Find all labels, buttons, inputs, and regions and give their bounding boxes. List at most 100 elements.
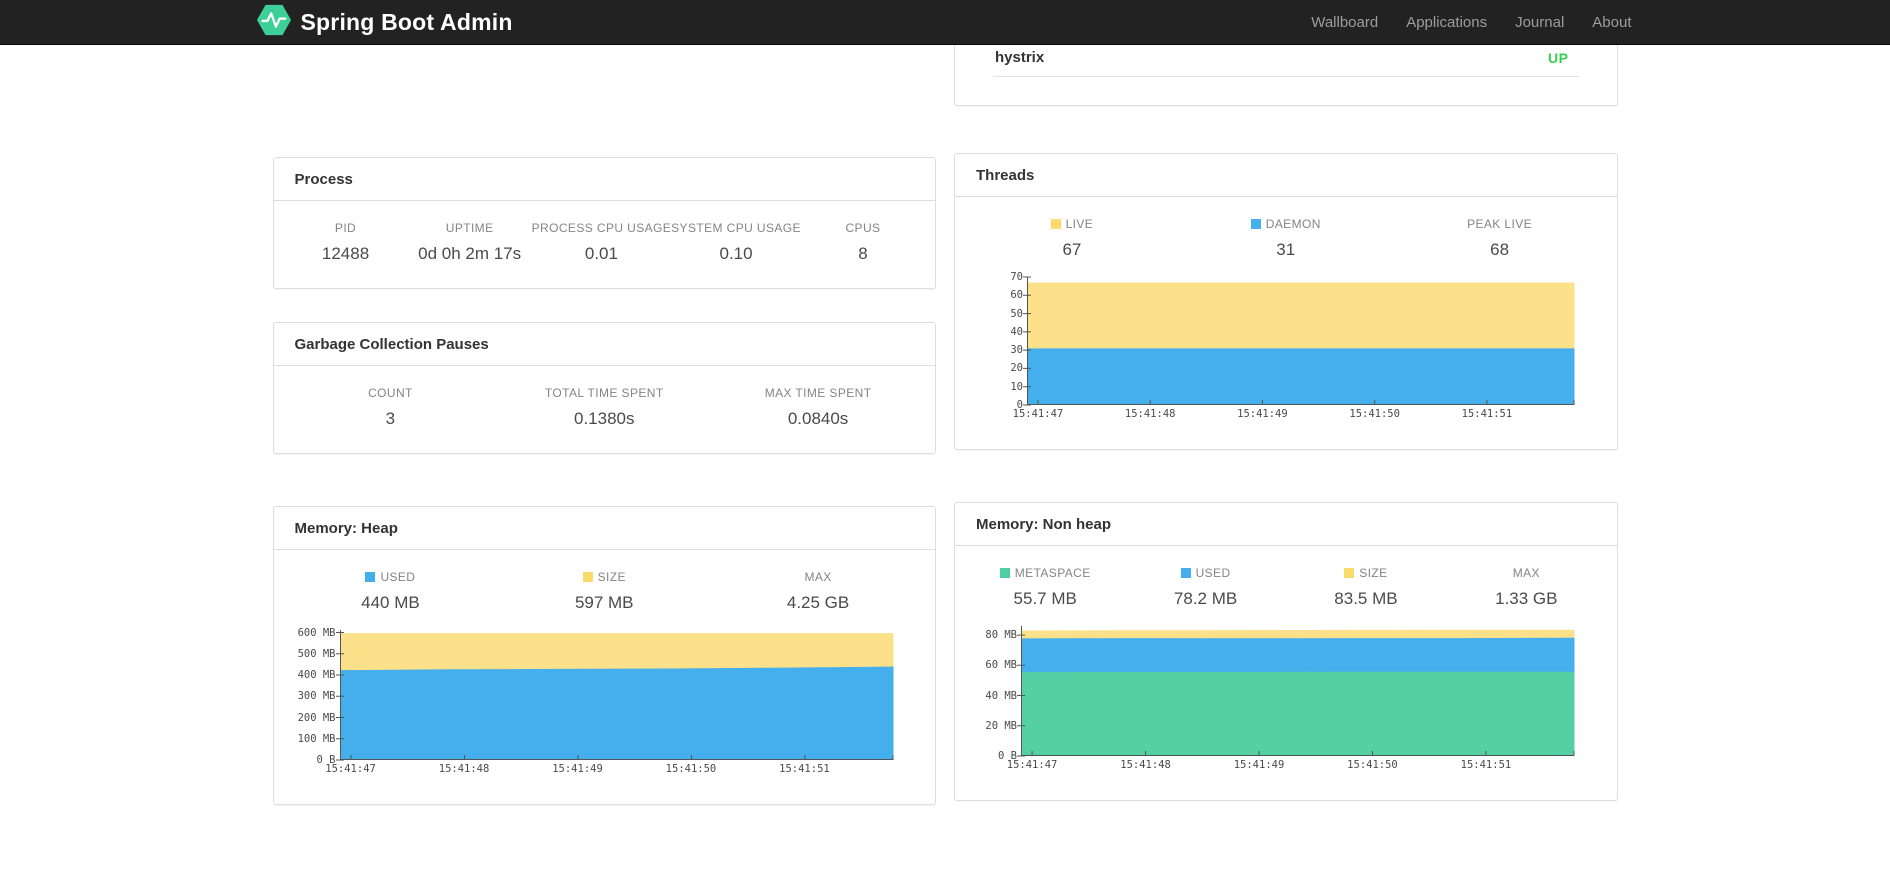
x-axis-tick-label: 15:41:49: [552, 763, 603, 775]
legend-swatch-icon: [999, 568, 1010, 578]
metric-label: CPUS: [845, 221, 881, 235]
x-axis-tick-label: 15:41:47: [1012, 408, 1064, 420]
y-axis-tick-label: 300 MB: [297, 690, 336, 703]
metric-label: LIVE: [965, 217, 1179, 231]
metric-value: 0.10: [719, 244, 753, 263]
y-axis-tick-label: 10: [1010, 380, 1023, 393]
chart-y-axis-labels: 0 B 20 MB 40 MB 60 MB 80 MB: [961, 626, 1021, 762]
metric-label: USED: [284, 570, 498, 584]
x-axis-tick-label: 15:41:49: [1237, 408, 1288, 420]
navbar-brand[interactable]: Spring Boot Admin: [256, 3, 513, 42]
x-axis-tick-label: 15:41:51: [779, 763, 830, 775]
metric-label: UPTIME: [445, 221, 494, 235]
metric-value: 3: [385, 409, 396, 428]
metric-label: COUNT: [368, 386, 413, 400]
metric-value: 0.0840s: [787, 409, 849, 428]
x-axis-tick-label: 15:41:47: [1006, 759, 1058, 771]
y-axis-tick-label: 40 MB: [985, 689, 1017, 702]
nav-link-applications[interactable]: Applications: [1392, 0, 1501, 45]
x-axis-tick-label: 15:41:51: [1460, 759, 1512, 771]
metric: USED 78.2 MB: [1125, 566, 1285, 609]
memory-nonheap-card-title: Memory: Non heap: [955, 503, 1617, 546]
status-badge: UP: [1548, 49, 1569, 66]
metric-label: METASPACE: [965, 566, 1125, 580]
x-axis-tick-label: 15:41:50: [1347, 759, 1398, 771]
nav-link-journal[interactable]: Journal: [1501, 0, 1578, 45]
metric: CPUS 8: [801, 221, 925, 264]
memory-nonheap-card: Memory: Non heap METASPACE 55.7 MB USED 78.…: [954, 502, 1618, 801]
y-axis-tick-label: 200 MB: [297, 711, 336, 724]
metric: COUNT 3: [284, 386, 498, 429]
navbar: Spring Boot Admin Wallboard Applications J…: [0, 0, 1890, 45]
metric-value: 8: [858, 244, 868, 263]
main-content: Process PID 12488 UPTIME 0d 0h 2m 17s PROCES…: [272, 0, 1618, 805]
metric-label: TOTAL TIME SPENT: [544, 386, 664, 400]
metric-value: 31: [1276, 240, 1296, 259]
brand-title: Spring Boot Admin: [300, 9, 513, 35]
process-card: Process PID 12488 UPTIME 0d 0h 2m 17s PROCES…: [272, 157, 936, 289]
metric: PEAK LIVE 68: [1393, 217, 1607, 260]
legend-swatch-icon: [365, 572, 376, 582]
metric-value: 0d 0h 2m 17s: [418, 244, 522, 263]
metric-label: MAX: [804, 570, 832, 584]
y-axis-tick-label: 80 MB: [985, 629, 1017, 642]
metric-label: MAX TIME SPENT: [764, 386, 872, 400]
y-axis-tick-label: 70: [1010, 271, 1023, 283]
x-axis-tick-label: 15:41:50: [1349, 408, 1400, 420]
chart-x-axis-labels: 15:41:47 15:41:48 15:41:49 15:41:50 15:41:51: [1007, 756, 1575, 774]
y-axis-tick-label: 20 MB: [985, 719, 1017, 732]
x-axis-tick-label: 15:41:49: [1233, 759, 1285, 771]
x-axis-tick-label: 15:41:50: [665, 763, 717, 775]
metric-value: 67: [1062, 240, 1082, 259]
metric-label: SIZE: [497, 570, 711, 584]
chart-y-axis-labels: 0 B 100 MB 200 MB 300 MB 400 MB 500 MB 600 MB: [280, 627, 340, 766]
threads-card-title: Threads: [955, 154, 1617, 197]
gc-card-title: Garbage Collection Pauses: [273, 323, 935, 366]
memory-nonheap-chart: 0 B 20 MB 40 MB 60 MB 80 MB 15:41:47 15:41:48 1…: [955, 626, 1617, 774]
chart-x-axis-labels: 15:41:47 15:41:48 15:41:49 15:41:50 15:41:51: [325, 760, 894, 778]
metric-label: PROCESS CPU USAGE: [531, 221, 672, 235]
application-row[interactable]: hystrix UP: [993, 46, 1579, 77]
x-axis-tick-label: 15:41:48: [438, 763, 490, 775]
metric-label: PID: [334, 221, 357, 235]
legend-swatch-icon: [1344, 568, 1355, 578]
metric-value: 68: [1490, 240, 1510, 259]
legend-swatch-icon: [582, 572, 593, 582]
metric-label: DAEMON: [1179, 217, 1393, 231]
metric-label: SYSTEM CPU USAGE: [671, 221, 801, 235]
metric: SIZE 597 MB: [497, 570, 711, 613]
metric-label: USED: [1125, 566, 1285, 580]
legend-swatch-icon: [1180, 568, 1191, 578]
metric: DAEMON 31: [1179, 217, 1393, 260]
y-axis-tick-label: 600 MB: [297, 626, 336, 639]
y-axis-tick-label: 500 MB: [297, 647, 336, 660]
process-card-title: Process: [273, 158, 935, 201]
threads-metrics: LIVE 67 DAEMON 31 PEAK LIVE 68: [955, 197, 1617, 268]
legend-swatch-icon: [1050, 219, 1061, 229]
chart-y-axis-labels: 0 10 20 30 40 50 60 70: [993, 271, 1027, 411]
metric: USED 440 MB: [284, 570, 498, 613]
nav-link-wallboard[interactable]: Wallboard: [1297, 0, 1392, 45]
metric: MAX 1.33 GB: [1446, 566, 1606, 609]
x-axis-tick-label: 15:41:47: [325, 763, 376, 775]
y-axis-tick-label: 400 MB: [297, 669, 336, 682]
metric-value: 12488: [321, 244, 370, 263]
metric-label: SIZE: [1286, 566, 1446, 580]
metric-label: PEAK LIVE: [1467, 217, 1533, 231]
metric-value: 4.25 GB: [786, 593, 850, 612]
nonheap-metrics: METASPACE 55.7 MB USED 78.2 MB SIZE 83.5 MB MA…: [955, 546, 1617, 617]
metric: MAX TIME SPENT 0.0840s: [711, 386, 925, 429]
pulse-logo-icon: [256, 3, 291, 42]
nav-link-about[interactable]: About: [1578, 0, 1633, 45]
metric: TOTAL TIME SPENT 0.1380s: [497, 386, 711, 429]
y-axis-tick-label: 50: [1010, 307, 1023, 320]
metric: SIZE 83.5 MB: [1286, 566, 1446, 609]
metric-label: MAX: [1512, 566, 1540, 580]
right-column: hystrix UP Threads LIVE 67 DAEMON 31 PEAK LI…: [954, 0, 1618, 805]
metric-value: 78.2 MB: [1173, 589, 1238, 608]
y-axis-tick-label: 60: [1010, 289, 1023, 302]
metric-value: 597 MB: [574, 593, 634, 612]
metric-value: 1.33 GB: [1495, 589, 1558, 608]
metric-value: 440 MB: [361, 593, 420, 612]
chart-plot-area: [1017, 626, 1575, 757]
